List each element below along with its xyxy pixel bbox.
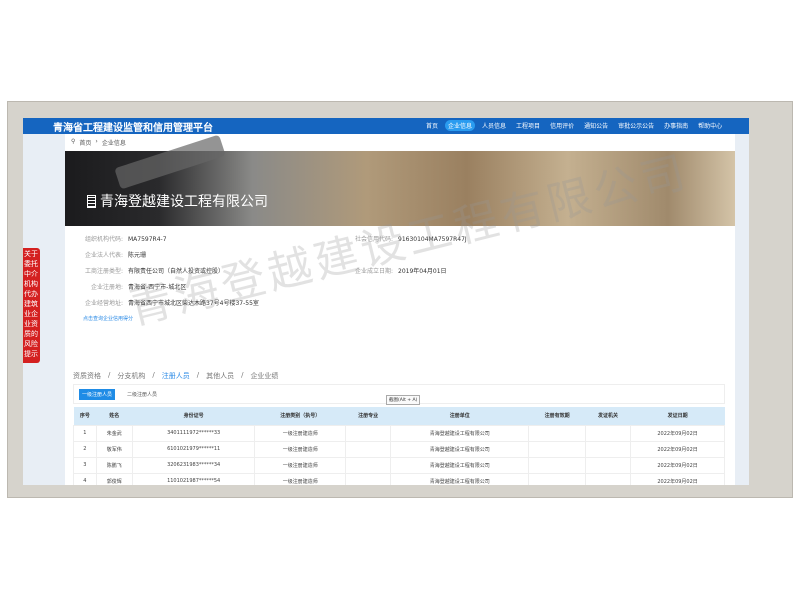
table-cell: 一级注册建造师 — [254, 456, 346, 474]
table-cell — [528, 472, 586, 485]
column-header: 注册专业 — [345, 407, 391, 425]
table-cell: 一级注册建造师 — [254, 472, 346, 485]
table-cell[interactable]: 陈鹏飞 — [95, 456, 133, 474]
tab-performance[interactable]: 企业业绩 — [250, 371, 278, 381]
table-cell: 青海登越建设工程有限公司 — [390, 424, 530, 442]
address: 青海省西宁市城北区柴达木路37号4号楼37-55室 — [128, 300, 259, 307]
screenshot-tooltip: 截图(Alt + A) — [386, 395, 421, 405]
column-header: 注册类别（执号） — [254, 407, 346, 425]
breadcrumb: ⚲ 首页 › 企业信息 — [71, 138, 126, 147]
building-icon — [87, 194, 96, 208]
breadcrumb-separator: › — [95, 138, 98, 145]
reg-place-label: 企业注册地: — [90, 284, 123, 291]
table-cell: 3401111972******33 — [131, 424, 256, 442]
table-cell: 2022年09月02日 — [630, 424, 725, 442]
risk-notice-tab[interactable]: 关于委托中介机构代办建筑业企业资质的风险提示 — [23, 248, 40, 363]
table-cell: 青海登越建设工程有限公司 — [390, 472, 530, 485]
tab-qualifications[interactable]: 资质资格 — [73, 371, 101, 381]
org-code-label: 组织机构代码: — [84, 236, 123, 243]
table-cell: 青海登越建设工程有限公司 — [390, 440, 530, 458]
table-cell — [528, 424, 586, 442]
tab-other-staff[interactable]: 其他人员 — [206, 371, 234, 381]
address-label: 企业经营地址: — [84, 300, 123, 307]
table-row: 1 朱金武 3401111972******33 一级注册建造师 青海登越建设工程有限公… — [73, 424, 725, 442]
table-cell — [584, 456, 632, 474]
table-cell — [584, 424, 632, 442]
location-icon: ⚲ — [71, 138, 76, 145]
column-header: 序号 — [73, 407, 97, 425]
credit-code: 91630104MA7597R47J — [398, 236, 467, 243]
table-cell[interactable]: 朱金武 — [95, 424, 133, 442]
table-cell — [584, 472, 632, 485]
site-title[interactable]: 青海省工程建设监管和信用管理平台 — [53, 119, 213, 134]
table-cell: 2022年09月02日 — [630, 472, 725, 485]
column-header: 注册单位 — [390, 407, 529, 425]
browser-viewport: 青海省工程建设监管和信用管理平台 首页 企业信息 人员信息 工程项目 信用评价 … — [23, 118, 749, 485]
nav-home[interactable]: 首页 — [423, 120, 441, 131]
nav-enterprise[interactable]: 企业信息 — [445, 120, 476, 131]
top-navbar: 青海省工程建设监管和信用管理平台 首页 企业信息 人员信息 工程项目 信用评价 … — [23, 118, 749, 134]
nav-help[interactable]: 帮助中心 — [695, 120, 725, 131]
nav-guide[interactable]: 办事指南 — [661, 120, 691, 131]
table-cell: 3206231983******34 — [131, 456, 256, 474]
legal-rep: 陈元珊 — [128, 252, 147, 259]
column-header: 发证日期 — [630, 407, 725, 425]
table-cell — [344, 456, 392, 474]
company-name: 青海登越建设工程有限公司 — [100, 194, 268, 210]
nav-projects[interactable]: 工程项目 — [513, 120, 543, 131]
table-cell — [528, 440, 586, 458]
tab-branches[interactable]: 分支机构 — [117, 371, 145, 381]
table-cell: 2022年09月02日 — [630, 440, 725, 458]
staff-table: 序号 姓名 身份证号 注册类别（执号） 注册专业 注册单位 注册有效期 发证机关 发证日期 1朱… — [73, 407, 725, 485]
column-header: 发证机关 — [585, 407, 631, 425]
breadcrumb-home[interactable]: 首页 — [79, 138, 91, 147]
credit-code-label: 社会信用代码: — [354, 236, 393, 243]
company-banner: 青海登越建设工程有限公司 — [65, 134, 735, 226]
column-header: 姓名 — [96, 407, 133, 425]
column-header: 注册有效期 — [528, 407, 586, 425]
table-cell: 一级注册建造师 — [254, 440, 346, 458]
table-cell — [528, 456, 586, 474]
tab-registered-staff[interactable]: 注册人员 — [162, 371, 190, 381]
table-cell: 2 — [73, 440, 97, 458]
breadcrumb-current: 企业信息 — [101, 140, 126, 147]
banner-image — [114, 134, 226, 190]
table-row: 2 敬军伟 6101021979******11 一级注册建造师 青海登越建设工程有限公… — [73, 440, 725, 458]
table-cell: 4 — [73, 472, 97, 485]
nav-personnel[interactable]: 人员信息 — [479, 120, 509, 131]
est-date-label: 企业成立日期: — [354, 268, 393, 275]
table-cell — [344, 424, 392, 442]
est-date: 2019年04月01日 — [398, 268, 447, 275]
table-cell: 1 — [73, 424, 97, 442]
table-row: 3 陈鹏飞 3206231983******34 一级注册建造师 青海登越建设工程有限公… — [73, 456, 725, 474]
main-nav: 首页 企业信息 人员信息 工程项目 信用评价 通知公告 审批公示公告 办事指南 … — [423, 120, 725, 131]
nav-notices[interactable]: 通知公告 — [581, 120, 611, 131]
table-cell: 6101021979******11 — [131, 440, 256, 458]
reg-type-label: 工商注册类型: — [84, 268, 123, 275]
tab-level1[interactable]: 一级注册人员 — [79, 389, 116, 400]
table-cell: 1101021987******54 — [131, 472, 256, 485]
table-cell[interactable]: 郭俊辉 — [95, 472, 133, 485]
reg-type: 有限责任公司（自然人投资或控股） — [128, 268, 225, 275]
org-code: MA7597R4-7 — [128, 236, 167, 243]
table-cell — [344, 472, 392, 485]
table-cell: 一级注册建造师 — [254, 424, 346, 442]
table-cell: 3 — [73, 456, 97, 474]
table-cell — [584, 440, 632, 458]
legal-rep-label: 企业法人代表: — [84, 252, 123, 259]
table-cell — [344, 440, 392, 458]
main-content: ⚲ 首页 › 企业信息 青海登越建设工程有限公司 组织机构代码: MA7597R4… — [65, 134, 735, 485]
credit-score-link[interactable]: 点击查询企业信用得分 — [83, 315, 133, 325]
table-cell[interactable]: 敬军伟 — [95, 440, 133, 458]
column-header: 身份证号 — [132, 407, 255, 425]
table-cell: 2022年09月02日 — [630, 456, 725, 474]
nav-credit[interactable]: 信用评价 — [547, 120, 577, 131]
table-cell: 青海登越建设工程有限公司 — [390, 456, 530, 474]
nav-approvals[interactable]: 审批公示公告 — [615, 120, 657, 131]
table-row: 4 郭俊辉 1101021987******54 一级注册建造师 青海登越建设工程有限公… — [73, 472, 725, 485]
tab-level2[interactable]: 二级注册人员 — [124, 389, 160, 400]
info-tabs: 资质资格 / 分支机构 / 注册人员 / 其他人员 / 企业业绩 — [73, 371, 279, 381]
reg-place: 青海省-西宁市-城北区 — [128, 284, 187, 291]
